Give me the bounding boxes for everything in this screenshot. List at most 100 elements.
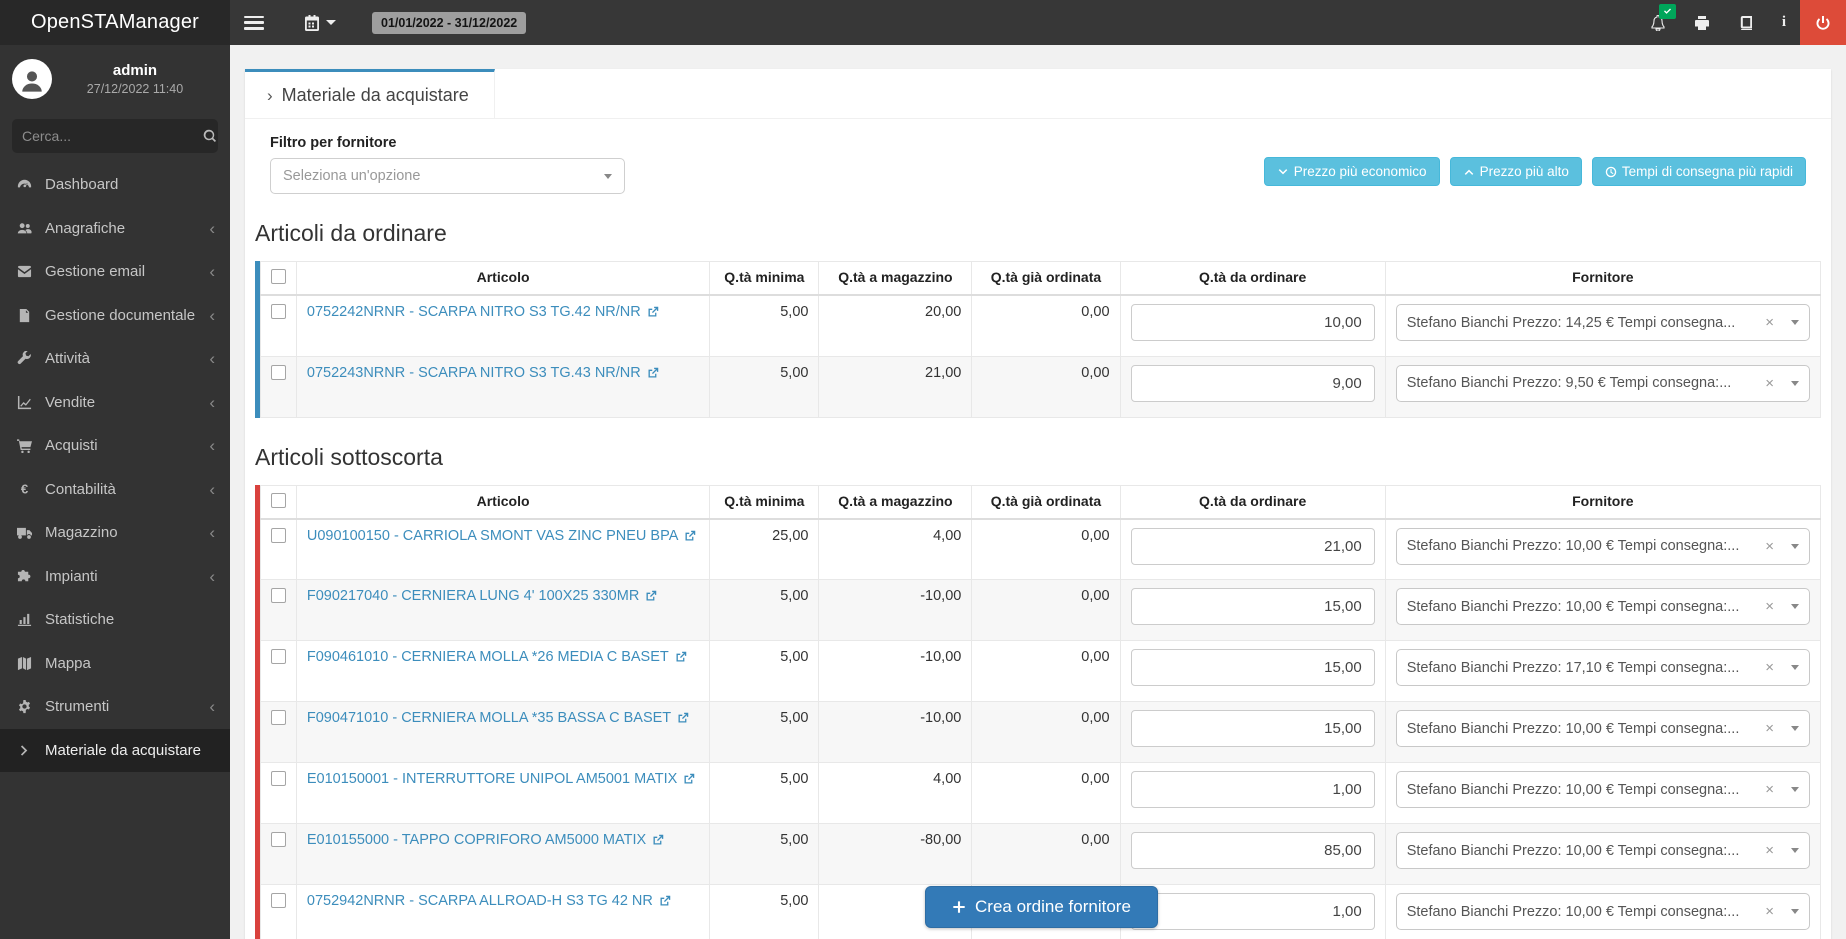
row-checkbox[interactable] [271,893,286,908]
bar-chart-icon [15,612,33,627]
search-input[interactable] [22,128,203,144]
puzzle-icon [15,569,33,584]
article-link[interactable]: F090471010 - CERNIERA MOLLA *35 BASSA C … [307,710,689,726]
qty-to-order-input[interactable] [1131,365,1375,402]
row-checkbox[interactable] [271,365,286,380]
supplier-select[interactable]: Stefano Bianchi Prezzo: 9,50 € Tempi con… [1396,365,1810,402]
qty-to-order-input[interactable] [1131,588,1375,625]
supplier-select[interactable]: Stefano Bianchi Prezzo: 14,25 € Tempi co… [1396,304,1810,341]
sidebar-item[interactable]: Attività ‹ [0,337,230,381]
qty-to-order-input[interactable] [1131,304,1375,341]
select-all-checkbox[interactable] [271,493,286,508]
supplier-select[interactable]: Stefano Bianchi Prezzo: 17,10 € Tempi co… [1396,649,1810,686]
qty-to-order-input[interactable] [1131,528,1375,565]
supplier-select[interactable]: Stefano Bianchi Prezzo: 10,00 € Tempi co… [1396,893,1810,930]
row-checkbox[interactable] [271,832,286,847]
row-checkbox[interactable] [271,588,286,603]
sort-button[interactable]: Prezzo più economico [1264,157,1440,186]
avatar [12,59,52,99]
qty-stock-value: 4,00 [819,763,972,824]
sidebar: admin 27/12/2022 11:40 Dashboard ‹ Anagr… [0,45,230,939]
user-panel: admin 27/12/2022 11:40 [0,45,230,111]
sidebar-item[interactable]: Vendite ‹ [0,381,230,425]
qty-min-value: 25,00 [710,519,819,580]
docs-button[interactable] [1724,0,1768,45]
article-link[interactable]: U090100150 - CARRIOLA SMONT VAS ZINC PNE… [307,528,697,544]
qty-ordered-value: 0,00 [972,641,1120,702]
create-supplier-order-button[interactable]: Crea ordine fornitore [925,886,1158,928]
sidebar-item[interactable]: Impianti ‹ [0,555,230,599]
supplier-select[interactable]: Stefano Bianchi Prezzo: 10,00 € Tempi co… [1396,528,1810,565]
clear-selection-icon[interactable]: × [1765,720,1774,737]
notifications-button[interactable] [1636,0,1680,45]
article-link[interactable]: F090217040 - CERNIERA LUNG 4' 100X25 330… [307,588,657,604]
supplier-select[interactable]: Stefano Bianchi Prezzo: 10,00 € Tempi co… [1396,710,1810,747]
article-link[interactable]: 0752242NRNR - SCARPA NITRO S3 TG.42 NR/N… [307,304,659,320]
sidebar-item[interactable]: Gestione documentale ‹ [0,294,230,338]
info-button[interactable]: i [1768,0,1800,45]
period-picker-button[interactable] [290,0,350,45]
clear-selection-icon[interactable]: × [1765,538,1774,555]
row-checkbox[interactable] [271,649,286,664]
sidebar-item[interactable]: Statistiche ‹ [0,598,230,642]
row-checkbox[interactable] [271,710,286,725]
qty-ordered-value: 0,00 [972,580,1120,641]
clear-selection-icon[interactable]: × [1765,314,1774,331]
supplier-select[interactable]: Stefano Bianchi Prezzo: 10,00 € Tempi co… [1396,771,1810,808]
sidebar-item[interactable]: Anagrafiche ‹ [0,207,230,251]
article-link[interactable]: 0752942NRNR - SCARPA ALLROAD-H S3 TG 42 … [307,893,671,909]
clear-selection-icon[interactable]: × [1765,903,1774,920]
dashboard-icon [15,177,33,192]
article-link[interactable]: 0752243NRNR - SCARPA NITRO S3 TG.43 NR/N… [307,365,659,381]
qty-to-order-input[interactable] [1131,832,1375,869]
content-area: › Materiale da acquistare Filtro per for… [230,45,1846,939]
qty-to-order-input[interactable] [1131,710,1375,747]
clear-selection-icon[interactable]: × [1765,659,1774,676]
row-checkbox[interactable] [271,528,286,543]
article-link[interactable]: E010155000 - TAPPO COPRIFORO AM5000 MATI… [307,832,664,848]
sidebar-item[interactable]: € Contabilità ‹ [0,468,230,512]
sidebar-item[interactable]: Materiale da acquistare ‹ [0,729,230,773]
table-row: 0752243NRNR - SCARPA NITRO S3 TG.43 NR/N… [261,356,1821,417]
clear-selection-icon[interactable]: × [1765,375,1774,392]
sort-button[interactable]: Prezzo più alto [1450,157,1582,186]
envelope-icon [15,264,33,279]
qty-stock-value: 21,00 [819,356,972,417]
article-link[interactable]: F090461010 - CERNIERA MOLLA *26 MEDIA C … [307,649,687,665]
main-header: OpenSTAManager 01/01/2022 - 31/12/2022 i [0,0,1846,45]
clear-selection-icon[interactable]: × [1765,781,1774,798]
article-link[interactable]: E010150001 - INTERRUTTORE UNIPOL AM5001 … [307,771,695,787]
logout-button[interactable] [1800,0,1846,45]
sidebar-item[interactable]: Mappa ‹ [0,642,230,686]
qty-to-order-input[interactable] [1131,893,1375,930]
print-button[interactable] [1680,0,1724,45]
caret-down-icon [1791,726,1799,731]
qty-to-order-input[interactable] [1131,649,1375,686]
caret-down-icon [1791,665,1799,670]
sidebar-item[interactable]: Strumenti ‹ [0,685,230,729]
app-logo[interactable]: OpenSTAManager [0,0,230,45]
sidebar-toggle-button[interactable] [230,0,278,45]
clear-selection-icon[interactable]: × [1765,842,1774,859]
qty-min-value: 5,00 [710,580,819,641]
caret-down-icon [1791,604,1799,609]
clear-selection-icon[interactable]: × [1765,598,1774,615]
qty-to-order-input[interactable] [1131,771,1375,808]
qty-stock-value: -80,00 [819,824,972,885]
select-all-checkbox[interactable] [271,269,286,284]
date-range-badge[interactable]: 01/01/2022 - 31/12/2022 [372,12,526,34]
supplier-filter-select[interactable]: Seleziona un'opzione [270,158,625,194]
sidebar-item[interactable]: Acquisti ‹ [0,424,230,468]
supplier-select[interactable]: Stefano Bianchi Prezzo: 10,00 € Tempi co… [1396,588,1810,625]
row-checkbox[interactable] [271,304,286,319]
row-checkbox[interactable] [271,771,286,786]
sidebar-item[interactable]: Gestione email ‹ [0,250,230,294]
sort-buttons: Prezzo più economico Prezzo più alto Tem… [1264,157,1806,186]
sort-button[interactable]: Tempi di consegna più rapidi [1592,157,1806,186]
supplier-select[interactable]: Stefano Bianchi Prezzo: 10,00 € Tempi co… [1396,832,1810,869]
sidebar-item[interactable]: Magazzino ‹ [0,511,230,555]
tab-materiale-da-acquistare[interactable]: › Materiale da acquistare [245,69,495,118]
sidebar-item[interactable]: Dashboard ‹ [0,163,230,207]
qty-stock-value: 4,00 [819,519,972,580]
sidebar-menu: Dashboard ‹ Anagrafiche ‹ Gestione email… [0,163,230,772]
